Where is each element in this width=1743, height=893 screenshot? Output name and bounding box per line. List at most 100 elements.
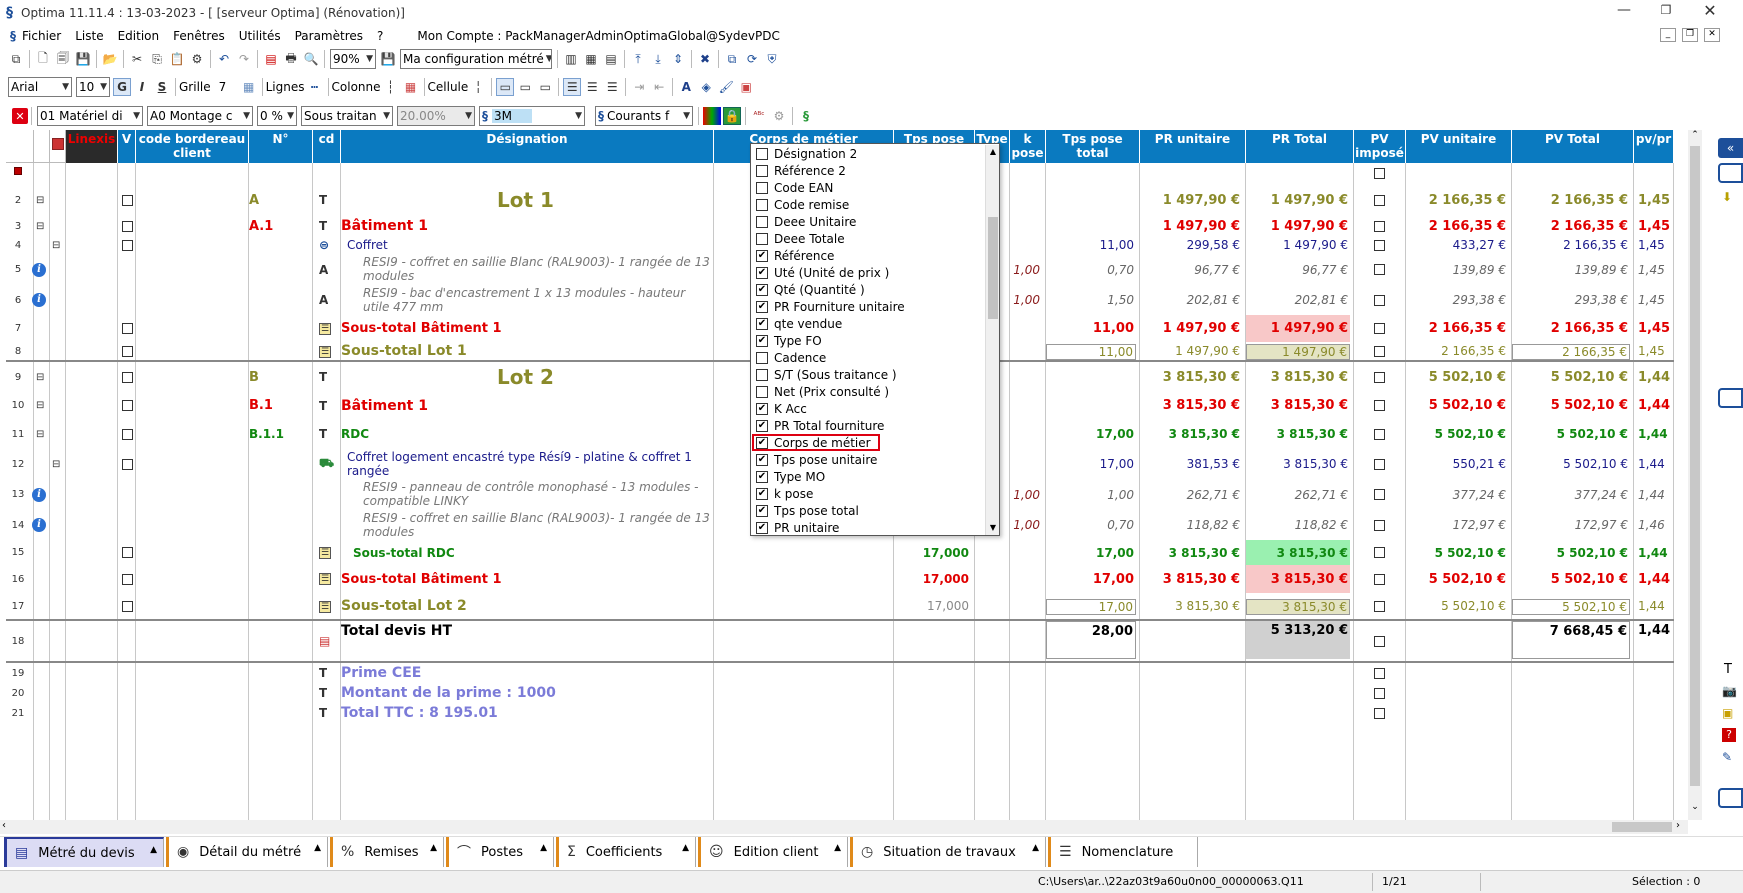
cell-pvpr[interactable]: 1,45 <box>1634 216 1670 236</box>
panel-edit-icon[interactable]: ✎ <box>1722 750 1732 764</box>
cell-pvpr[interactable]: 1,45 <box>1634 342 1670 360</box>
cell-rnum[interactable]: 2 <box>6 184 30 216</box>
scroll-up-icon[interactable]: ▲ <box>986 145 1000 159</box>
cell-pvpr[interactable]: 1,44 <box>1634 540 1670 565</box>
cell-pv-unit[interactable]: 2 166,35 € <box>1406 342 1508 360</box>
cell-rnum[interactable]: 8 <box>6 342 30 360</box>
cell-tps-total[interactable]: 0,70 <box>1046 254 1136 285</box>
cell-pvpr[interactable]: 1,45 <box>1634 184 1670 216</box>
cell-pv-unit[interactable]: 293,38 € <box>1406 285 1508 315</box>
brush-icon[interactable]: 🖌 <box>717 78 735 96</box>
cell-pvpr[interactable]: 1,44 <box>1634 621 1670 661</box>
cell-designation[interactable]: Prime CEE <box>341 663 710 683</box>
cell-tps-total[interactable]: 17,00 <box>1046 419 1136 449</box>
menu-item[interactable]: Fichier <box>22 29 61 43</box>
cell-pvpr[interactable]: 1,44 <box>1634 593 1670 619</box>
cell-designation[interactable]: Sous-total Lot 1 <box>341 342 710 360</box>
cell-pvpr[interactable]: 1,46 <box>1634 510 1670 540</box>
refresh-icon[interactable]: ⟳ <box>743 50 761 68</box>
cell-rnum[interactable] <box>6 163 30 184</box>
validate-checkbox[interactable] <box>122 315 133 342</box>
zoom-select[interactable]: 90% ▼ <box>330 49 376 69</box>
scroll-down-icon[interactable]: ▼ <box>986 521 1000 535</box>
view-list-icon[interactable]: ▤ <box>602 50 620 68</box>
table-row[interactable]: 16 ☰ Sous-total Bâtiment 1 17,000 17,00 3 815… <box>6 565 1674 593</box>
pv-impose-checkbox[interactable] <box>1374 315 1385 342</box>
column-header-v[interactable]: V <box>118 130 136 163</box>
cell-rnum[interactable]: 3 <box>6 216 30 236</box>
cell-pr-unit[interactable]: 299,58 € <box>1140 236 1242 254</box>
cell-pv-unit[interactable]: 5 502,10 € <box>1406 419 1508 449</box>
pv-impose-checkbox[interactable] <box>1374 683 1385 703</box>
cell-designation[interactable]: Total devis HT <box>341 621 710 661</box>
info-icon[interactable]: i <box>32 510 46 540</box>
currents-select[interactable]: § Courants f ▼ <box>595 106 693 126</box>
column-option[interactable]: Référence 2 <box>752 162 984 179</box>
move-down-icon[interactable]: ⤓ <box>649 50 667 68</box>
indent-icon[interactable]: ⇥ <box>630 78 648 96</box>
cell-pv-total[interactable]: 2 166,35 € <box>1512 184 1630 216</box>
border-mid-icon[interactable]: ▭ <box>516 78 534 96</box>
table-row[interactable]: 18 ▤ Total devis HT 28,00 5 313,20 € 7 668,45… <box>6 621 1674 663</box>
table-row[interactable]: 17 ☰ Sous-total Lot 2 17,000 17,00 3 815,30 €… <box>6 593 1674 621</box>
column-option[interactable]: S/T (Sous traitance ) <box>752 366 984 383</box>
save-config-icon[interactable]: 💾 <box>379 50 397 68</box>
collapse-panel-button[interactable]: « <box>1718 138 1743 158</box>
cell-pr-unit[interactable]: 96,77 € <box>1140 254 1242 285</box>
cell-pr-unit[interactable]: 1 497,90 € <box>1140 216 1242 236</box>
paste-icon[interactable]: 📋 <box>168 50 186 68</box>
cell-pr-unit[interactable]: 3 815,30 € <box>1140 565 1242 593</box>
grid-icon[interactable]: ▦ <box>240 78 258 96</box>
view-columns-icon[interactable]: ▥ <box>562 50 580 68</box>
cell-pv-total[interactable]: 377,24 € <box>1512 479 1630 510</box>
pv-impose-checkbox[interactable] <box>1374 392 1385 419</box>
cell-designation[interactable]: RESI9 - panneau de contrôle monophasé - … <box>341 479 710 510</box>
tab-menu-icon[interactable]: ▲ <box>540 843 547 853</box>
dropdown-scrollbar[interactable]: ▲ ▼ <box>985 145 999 535</box>
cell-num[interactable]: B.1 <box>249 392 309 419</box>
cell-designation[interactable]: RESI9 - coffret en saillie Blanc (RAL900… <box>341 254 710 285</box>
cell-designation[interactable]: Montant de la prime : 1000 <box>341 683 710 703</box>
column-option[interactable]: ✔ Type MO <box>752 468 984 485</box>
cell-pr-total[interactable]: 1 497,90 € <box>1246 184 1350 216</box>
collapse-toggle-icon[interactable]: ⊟ <box>36 184 44 216</box>
subtotal-icon[interactable]: ☰ <box>319 573 332 585</box>
cell-pv-total[interactable]: 5 502,10 € <box>1512 540 1630 565</box>
gear-icon[interactable]: ⚙ <box>188 50 206 68</box>
restore-button[interactable]: ❐ <box>1646 3 1686 25</box>
pv-impose-checkbox[interactable] <box>1374 362 1385 392</box>
cell-pvpr[interactable]: 1,44 <box>1634 449 1670 479</box>
cell-pv-unit[interactable]: 5 502,10 € <box>1406 565 1508 593</box>
cell-tps-pose[interactable]: 17,000 <box>894 593 971 619</box>
cell-pvpr[interactable]: 1,44 <box>1634 419 1670 449</box>
cell-pv-unit[interactable]: 2 166,35 € <box>1406 216 1508 236</box>
format-icon[interactable]: ▣ <box>737 78 755 96</box>
print-icon[interactable]: 🖶 <box>282 50 300 68</box>
undo-icon[interactable]: ↶ <box>215 50 233 68</box>
table-row[interactable]: 15 ☰ Sous-total RDC 17,000 17,00 3 815,30 €3 … <box>6 540 1674 565</box>
validate-checkbox[interactable] <box>122 184 133 216</box>
column-option[interactable]: ✔ Uté (Unité de prix ) <box>752 264 984 281</box>
cell-pr-unit[interactable]: 381,53 € <box>1140 449 1242 479</box>
scroll-thumb[interactable] <box>1690 146 1700 786</box>
scroll-thumb[interactable] <box>988 217 998 319</box>
article-icon[interactable]: A <box>319 254 328 285</box>
lock-icon[interactable]: 🔒 <box>723 107 741 125</box>
grid-horizontal-scrollbar[interactable]: ‹ › <box>0 820 1688 834</box>
cell-pr-unit[interactable]: 118,82 € <box>1140 510 1242 540</box>
pv-impose-checkbox[interactable] <box>1374 479 1385 510</box>
tools-icon[interactable]: ✖ <box>696 50 714 68</box>
column-header-cd[interactable]: cd <box>313 130 341 163</box>
text-icon[interactable]: T <box>319 703 327 723</box>
column-option[interactable]: Deee Totale <box>752 230 984 247</box>
font-color-icon[interactable]: A <box>677 78 695 96</box>
cell-pr-unit[interactable]: 3 815,30 € <box>1140 362 1242 392</box>
cell-k-pose[interactable]: 1,00 <box>1010 510 1042 540</box>
cell-rnum[interactable]: 13 <box>6 479 30 510</box>
validate-checkbox[interactable] <box>122 362 133 392</box>
pv-impose-checkbox[interactable] <box>1374 621 1385 661</box>
cell-pv-unit[interactable]: 2 166,35 € <box>1406 184 1508 216</box>
column-option[interactable]: ✔ Type FO <box>752 332 984 349</box>
column-option[interactable]: ✔ k pose <box>752 485 984 502</box>
cell-pr-total[interactable]: 3 815,30 € <box>1246 449 1350 479</box>
